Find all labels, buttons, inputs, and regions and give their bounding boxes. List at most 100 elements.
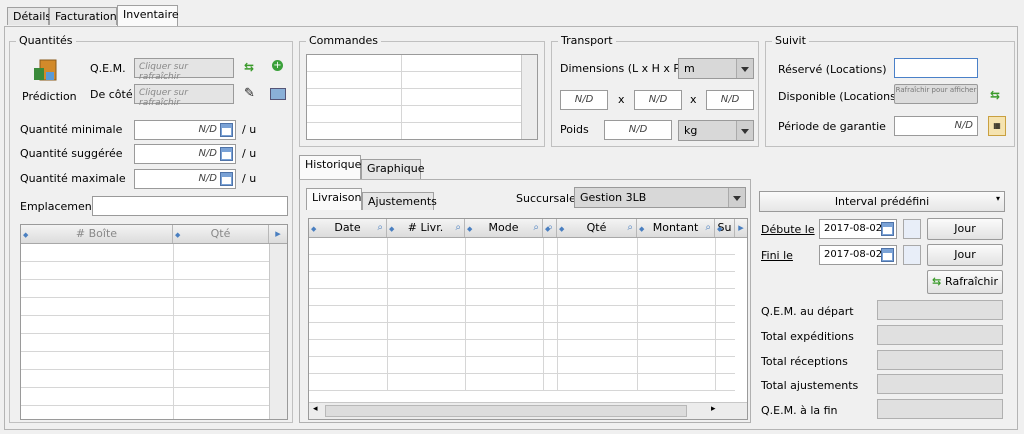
table-row[interactable] bbox=[21, 244, 269, 262]
table-row[interactable] bbox=[309, 238, 735, 255]
grid-header: ◆ Date ⌕ ◆ # Livr. ⌕ ◆ Mode ⌕ ◆ ⌕ ◆ Qté ⌕ ◆ Montan… bbox=[309, 219, 747, 238]
scroll-left-icon[interactable]: ◂ bbox=[313, 404, 318, 414]
calc-icon[interactable] bbox=[220, 172, 233, 186]
length-field[interactable]: N/D bbox=[560, 90, 608, 110]
vertical-scrollbar[interactable] bbox=[521, 55, 537, 139]
col-qte[interactable]: ◆ Qté bbox=[173, 225, 269, 243]
tools-icon[interactable]: ✎ bbox=[244, 86, 255, 101]
table-row[interactable] bbox=[309, 374, 735, 391]
image-icon[interactable] bbox=[270, 88, 286, 100]
height-field[interactable]: N/D bbox=[634, 90, 682, 110]
copy-icon[interactable] bbox=[903, 219, 921, 239]
stat-label: Q.E.M. au départ bbox=[761, 305, 854, 318]
col-boite[interactable]: ◆ # Boîte bbox=[21, 225, 173, 243]
table-row[interactable] bbox=[307, 123, 521, 139]
calendar-icon[interactable] bbox=[881, 222, 894, 236]
table-row[interactable] bbox=[309, 357, 735, 374]
tab-facturation[interactable]: Facturation bbox=[49, 7, 117, 25]
quantites-group: Quantités Prédiction Q.E.M. Cliquer sur … bbox=[9, 34, 293, 423]
col-montant[interactable]: ◆ Montant ⌕ bbox=[637, 219, 715, 237]
add-icon[interactable]: + bbox=[272, 60, 283, 71]
jour-button[interactable]: Jour bbox=[927, 218, 1003, 240]
jour-button[interactable]: Jour bbox=[927, 244, 1003, 266]
min-label: Quantité minimale bbox=[20, 123, 123, 136]
table-row[interactable] bbox=[309, 272, 735, 289]
prediction-icon[interactable] bbox=[32, 56, 60, 84]
table-row[interactable] bbox=[21, 370, 269, 388]
scroll-thumb[interactable] bbox=[325, 405, 687, 417]
col-blank[interactable]: ◆ ⌕ bbox=[543, 219, 557, 237]
reserve-field[interactable] bbox=[894, 58, 978, 78]
scroll-right-icon[interactable]: ▸ bbox=[735, 219, 747, 237]
table-row[interactable] bbox=[21, 334, 269, 352]
dimensions-label: Dimensions (L x H x P) bbox=[560, 62, 685, 75]
horizontal-scrollbar[interactable]: ◂ ▸ bbox=[309, 402, 747, 419]
calc-icon[interactable] bbox=[220, 147, 233, 161]
table-row[interactable] bbox=[307, 89, 521, 106]
poids-field[interactable]: N/D bbox=[604, 120, 672, 140]
calendar-icon[interactable] bbox=[881, 248, 894, 262]
succursale-select[interactable]: Gestion 3LB bbox=[574, 187, 746, 208]
col-qte[interactable]: ◆ Qté ⌕ bbox=[557, 219, 637, 237]
livraisons-grid[interactable]: ◆ Date ⌕ ◆ # Livr. ⌕ ◆ Mode ⌕ ◆ ⌕ ◆ Qté ⌕ ◆ Montan… bbox=[308, 218, 748, 420]
col-mode[interactable]: ◆ Mode ⌕ bbox=[465, 219, 543, 237]
commandes-legend: Commandes bbox=[306, 34, 382, 47]
calendar-icon[interactable]: ▦ bbox=[988, 116, 1006, 136]
table-row[interactable] bbox=[307, 72, 521, 89]
table-row[interactable] bbox=[309, 255, 735, 272]
table-row[interactable] bbox=[21, 316, 269, 334]
x-sep: x bbox=[618, 93, 625, 106]
tab-details[interactable]: Détails bbox=[7, 7, 51, 25]
table-row[interactable] bbox=[21, 280, 269, 298]
suivi-group: Suivit Réservé (Locations) Disponible (L… bbox=[765, 34, 1015, 147]
transport-group: Transport Dimensions (L x H x P) m N/D x… bbox=[551, 34, 759, 147]
calc-icon[interactable] bbox=[220, 123, 233, 137]
poids-label: Poids bbox=[560, 123, 589, 136]
commandes-grid[interactable] bbox=[306, 54, 538, 140]
stat-label: Q.E.M. à la fin bbox=[761, 404, 838, 417]
tab-historique[interactable]: Historique bbox=[299, 155, 361, 179]
table-row[interactable] bbox=[309, 289, 735, 306]
emplacement-field[interactable] bbox=[92, 196, 288, 216]
table-row[interactable] bbox=[309, 323, 735, 340]
col-su[interactable]: ◆ Su bbox=[715, 219, 735, 237]
interval-select[interactable]: Interval prédéfini ▾ bbox=[759, 191, 1005, 212]
refresh-icon[interactable]: ⇆ bbox=[244, 60, 254, 74]
poids-unit-select[interactable]: kg bbox=[678, 120, 754, 141]
garantie-field[interactable]: N/D bbox=[894, 116, 978, 136]
sugg-unit: / u bbox=[242, 147, 257, 160]
dim-unit-select[interactable]: m bbox=[678, 58, 754, 79]
table-row[interactable] bbox=[309, 340, 735, 357]
stat-label: Total réceptions bbox=[761, 355, 848, 368]
col-livr[interactable]: ◆ # Livr. ⌕ bbox=[387, 219, 465, 237]
table-row[interactable] bbox=[307, 55, 521, 72]
stat-value bbox=[877, 350, 1003, 370]
table-row[interactable] bbox=[21, 262, 269, 280]
copy-icon[interactable] bbox=[903, 245, 921, 265]
qem-label: Q.E.M. bbox=[90, 62, 126, 75]
prediction-label[interactable]: Prédiction bbox=[22, 90, 77, 103]
tab-inventaire[interactable]: Inventaire bbox=[117, 5, 179, 27]
vertical-scrollbar[interactable] bbox=[269, 244, 287, 419]
col-date[interactable]: ◆ Date ⌕ bbox=[309, 219, 387, 237]
table-row[interactable] bbox=[21, 352, 269, 370]
tab-graphique[interactable]: Graphique bbox=[361, 159, 425, 179]
scroll-right-icon[interactable]: ▸ bbox=[711, 404, 716, 414]
quantites-legend: Quantités bbox=[16, 34, 76, 47]
table-row[interactable] bbox=[21, 298, 269, 316]
table-row[interactable] bbox=[21, 388, 269, 406]
min-unit: / u bbox=[242, 123, 257, 136]
scroll-right-icon[interactable]: ▸ bbox=[269, 225, 287, 243]
refresh-icon[interactable]: ⇆ bbox=[990, 88, 1000, 102]
rafraichir-button[interactable]: ⇆ Rafraîchir bbox=[927, 270, 1003, 294]
table-row[interactable] bbox=[309, 306, 735, 323]
boite-grid[interactable]: ◆ # Boîte ◆ Qté ▸ bbox=[20, 224, 288, 420]
max-unit: / u bbox=[242, 172, 257, 185]
table-row[interactable] bbox=[21, 406, 269, 419]
table-row[interactable] bbox=[307, 106, 521, 123]
tab-livraisons[interactable]: Livraisons bbox=[306, 188, 367, 210]
depth-field[interactable]: N/D bbox=[706, 90, 754, 110]
dispo-refresh-button[interactable]: Rafraîchir pour afficher bbox=[894, 84, 978, 104]
debute-label: Débute le bbox=[761, 223, 815, 236]
tab-ajustements[interactable]: Ajustements bbox=[362, 192, 437, 210]
